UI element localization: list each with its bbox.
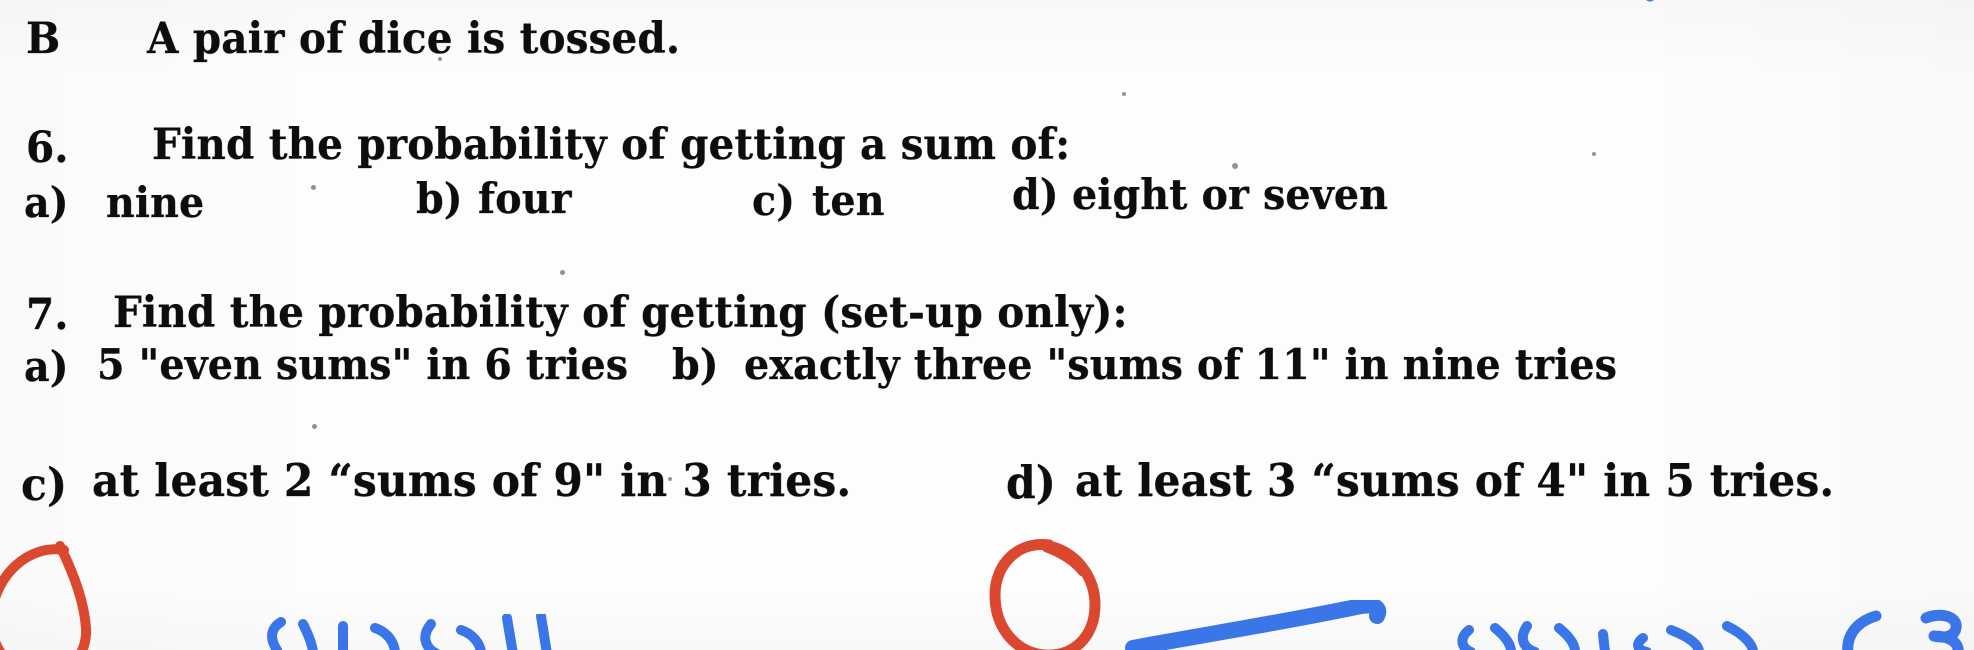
question-6-option-d-text: eight or seven <box>1072 170 1389 219</box>
question-7-option-a-text: 5 "even sums" in 6 tries <box>97 340 629 389</box>
question-6-option-c-label: c) <box>752 176 796 225</box>
red-circle-option-d <box>989 539 1101 650</box>
scan-speckle <box>1592 152 1596 156</box>
question-6-option-c-text: ten <box>812 176 885 225</box>
question-7-option-d-label: d) <box>1006 456 1056 509</box>
question-7-option-b-text: exactly three "sums of 11" in nine tries <box>744 340 1618 389</box>
question-6-option-d-label: d) <box>1012 170 1059 219</box>
question-7-option-c-label: c) <box>21 458 68 511</box>
scan-speckle <box>438 57 442 61</box>
question-6-option-a-label: a) <box>24 178 69 227</box>
scan-speckle <box>1232 163 1238 169</box>
question-6-prompt: Find the probability of getting a sum of… <box>152 120 1071 170</box>
scan-speckle <box>312 424 317 429</box>
blue-handwriting-bottom-left <box>267 614 552 650</box>
question-6-option-b-text: four <box>478 174 572 223</box>
question-7-number: 7. <box>26 290 69 340</box>
scan-speckle <box>311 185 316 190</box>
section-statement: A pair of dice is tossed. <box>147 14 681 64</box>
question-6-option-b-label: b) <box>416 174 463 223</box>
blue-handwriting-bottom-underline <box>1125 600 1387 650</box>
scanned-page: B A pair of dice is tossed. 6. Find the … <box>0 0 1974 650</box>
blue-handwriting-bottom-center <box>1457 621 1758 650</box>
section-label-b: B <box>26 14 61 64</box>
scan-speckle <box>668 477 672 481</box>
question-7-option-b-label: b) <box>672 340 719 389</box>
red-circle-option-c <box>0 541 92 650</box>
question-6-option-a-text: nine <box>106 178 205 227</box>
question-7-prompt: Find the probability of getting (set-up … <box>113 288 1128 338</box>
scan-speckle <box>1122 92 1126 96</box>
blue-handwriting-bottom-right <box>1842 609 1964 650</box>
question-7-option-c-text: at least 2 “sums of 9" in 3 tries. <box>92 454 852 507</box>
question-7-option-a-label: a) <box>24 342 69 391</box>
scan-speckle <box>560 270 565 275</box>
question-7-option-d-text: at least 3 “sums of 4" in 5 tries. <box>1075 454 1835 507</box>
blue-handwriting-top-right <box>1646 0 1654 2</box>
question-6-number: 6. <box>26 123 69 173</box>
